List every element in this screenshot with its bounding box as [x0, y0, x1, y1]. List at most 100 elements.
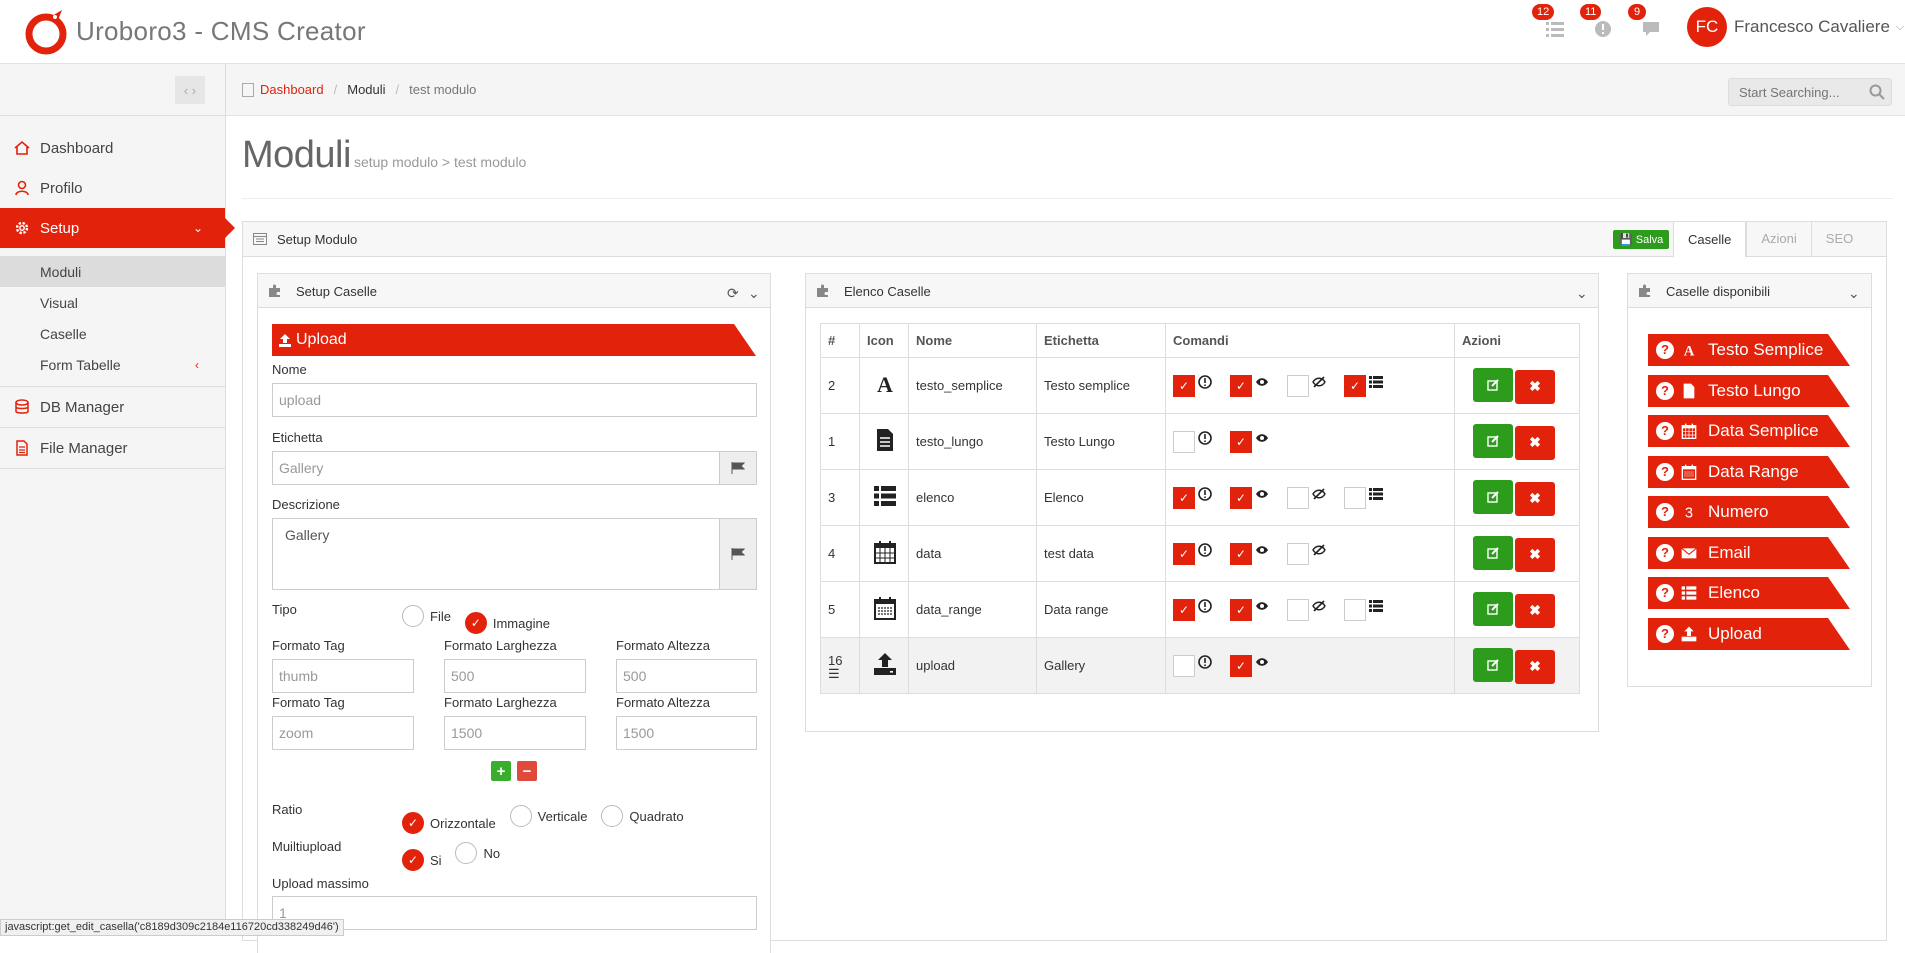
table-row[interactable]: 2 Atesto_semplice Testo semplice ✓ ✓ ✓ ✖	[820, 357, 1580, 414]
edit-button[interactable]	[1473, 647, 1513, 682]
nome-input[interactable]	[272, 383, 757, 417]
tipo-immagine-radio[interactable]: ✓ Immagine	[464, 612, 550, 634]
breadcrumb-dashboard[interactable]: Dashboard	[260, 82, 324, 97]
sidebar-toggle-button[interactable]: ‹ ›	[175, 76, 205, 104]
command-checkbox[interactable]	[1173, 430, 1195, 453]
breadcrumb-moduli[interactable]: Moduli	[347, 82, 385, 97]
formato-altezza-input[interactable]	[616, 659, 757, 693]
ratio-orizzontale-radio[interactable]: ✓ Orizzontale	[402, 812, 496, 834]
table-row[interactable]: 5 data_range Data range ✓ ✓ ✖	[820, 581, 1580, 638]
command-checkbox[interactable]: ✓	[1230, 654, 1252, 677]
available-field-testo-lungo[interactable]: ? Testo Lungo	[1648, 374, 1850, 407]
comments-notification[interactable]: 9	[1628, 4, 1664, 42]
sidebar-subitem-caselle[interactable]: Caselle	[0, 318, 225, 349]
edit-button[interactable]	[1473, 423, 1513, 458]
formato-larghezza-input[interactable]	[444, 716, 586, 750]
table-row[interactable]: 4 data test data ✓ ✓ ✖	[820, 525, 1580, 582]
edit-button[interactable]	[1473, 367, 1513, 402]
command-checkbox[interactable]: ✓	[1344, 374, 1366, 397]
sidebar-item-dashboard[interactable]: Dashboard	[0, 128, 225, 168]
descrizione-textarea[interactable]: Gallery	[272, 518, 720, 590]
help-icon[interactable]: ?	[1656, 503, 1674, 521]
tab-caselle[interactable]: Caselle	[1673, 221, 1747, 258]
help-icon[interactable]: ?	[1656, 422, 1674, 440]
chevron-down-icon[interactable]: ⌄	[1848, 285, 1860, 302]
command-checkbox[interactable]	[1287, 374, 1309, 397]
help-icon[interactable]: ?	[1656, 341, 1674, 359]
command-checkbox[interactable]: ✓	[1230, 542, 1252, 565]
sidebar-item-db-manager[interactable]: DB Manager	[0, 387, 225, 427]
formato-altezza-input[interactable]	[616, 716, 757, 750]
available-field-data-range[interactable]: ? Data Range	[1648, 455, 1850, 488]
sidebar-subitem-form-tabelle[interactable]: Form Tabelle ‹	[0, 349, 225, 380]
help-icon[interactable]: ?	[1656, 624, 1674, 643]
sidebar-subitem-moduli[interactable]: Moduli	[0, 256, 225, 287]
command-checkbox[interactable]: ✓	[1173, 486, 1195, 509]
etichetta-input[interactable]	[272, 451, 720, 485]
command-checkbox[interactable]: ✓	[1230, 486, 1252, 509]
search-input[interactable]	[1729, 79, 1859, 105]
drag-handle-icon[interactable]: ☰	[828, 667, 859, 680]
help-icon[interactable]: ?	[1656, 584, 1674, 602]
command-checkbox[interactable]: ✓	[1173, 598, 1195, 621]
user-menu[interactable]: FC Francesco Cavaliere ⌵	[1687, 7, 1904, 47]
command-checkbox[interactable]: ✓	[1173, 374, 1195, 397]
table-row[interactable]: 3 elenco Elenco ✓ ✓ ✖	[820, 469, 1580, 526]
chevron-down-icon[interactable]: ⌄	[748, 285, 760, 302]
multiupload-no-radio[interactable]: No	[455, 842, 500, 864]
sidebar-item-profilo[interactable]: Profilo	[0, 168, 225, 208]
available-field-upload[interactable]: ? Upload	[1648, 617, 1850, 650]
tasks-notification[interactable]: 12	[1532, 4, 1568, 42]
command-checkbox[interactable]	[1287, 486, 1309, 509]
table-row[interactable]: 16 ☰ upload Gallery ✓ ✖	[820, 637, 1580, 694]
tab-seo[interactable]: SEO	[1810, 221, 1867, 257]
formato-larghezza-input[interactable]	[444, 659, 586, 693]
brand[interactable]: Uroboro3 - CMS Creator	[22, 6, 366, 56]
command-checkbox[interactable]: ✓	[1230, 430, 1252, 453]
formato-tag-input[interactable]	[272, 716, 414, 750]
help-icon[interactable]: ?	[1656, 543, 1674, 562]
command-checkbox[interactable]	[1287, 542, 1309, 565]
command-checkbox[interactable]	[1173, 654, 1195, 677]
available-field-email[interactable]: ? Email	[1648, 536, 1850, 569]
tab-azioni[interactable]: Azioni	[1746, 221, 1810, 257]
sidebar-item-setup[interactable]: Setup ⌄	[0, 208, 235, 248]
edit-button[interactable]	[1473, 535, 1513, 570]
sidebar-item-file-manager[interactable]: File Manager	[0, 428, 225, 468]
edit-button[interactable]	[1473, 591, 1513, 626]
help-icon[interactable]: ?	[1656, 381, 1674, 400]
command-checkbox[interactable]	[1344, 486, 1366, 509]
command-checkbox[interactable]: ✓	[1230, 374, 1252, 397]
table-row[interactable]: 1 testo_lungo Testo Lungo ✓ ✖	[820, 413, 1580, 470]
multiupload-si-radio[interactable]: ✓ Si	[402, 849, 442, 871]
search-icon[interactable]	[1869, 84, 1885, 100]
chevron-down-icon[interactable]: ⌄	[1576, 285, 1588, 302]
delete-button[interactable]: ✖	[1515, 425, 1555, 460]
available-field-testo-semplice[interactable]: ? A Testo Semplice	[1648, 334, 1850, 366]
sidebar-subitem-visual[interactable]: Visual	[0, 287, 225, 318]
formato-tag-input[interactable]	[272, 659, 414, 693]
tipo-file-radio[interactable]: File	[402, 605, 451, 627]
ratio-verticale-radio[interactable]: Verticale	[509, 805, 588, 827]
available-field-data-semplice[interactable]: ? Data Semplice	[1648, 415, 1850, 447]
command-checkbox[interactable]	[1344, 598, 1366, 621]
delete-button[interactable]: ✖	[1515, 369, 1555, 404]
delete-button[interactable]: ✖	[1515, 481, 1555, 516]
refresh-icon[interactable]: ⟳	[727, 285, 739, 302]
delete-button[interactable]: ✖	[1515, 593, 1555, 628]
delete-button[interactable]: ✖	[1515, 649, 1555, 684]
ratio-quadrato-radio[interactable]: Quadrato	[601, 805, 684, 827]
upload-massimo-input[interactable]	[272, 896, 757, 930]
available-field-numero[interactable]: ? 3 Numero	[1648, 496, 1850, 528]
flag-button[interactable]	[719, 518, 757, 590]
add-format-button[interactable]: +	[491, 761, 511, 781]
command-checkbox[interactable]: ✓	[1173, 542, 1195, 565]
save-button[interactable]: 💾 Salva	[1613, 230, 1670, 249]
delete-button[interactable]: ✖	[1515, 537, 1555, 572]
edit-button[interactable]	[1473, 479, 1513, 514]
available-field-elenco[interactable]: ? Elenco	[1648, 577, 1850, 609]
remove-format-button[interactable]: −	[517, 761, 537, 781]
command-checkbox[interactable]: ✓	[1230, 598, 1252, 621]
command-checkbox[interactable]	[1287, 598, 1309, 621]
help-icon[interactable]: ?	[1656, 462, 1674, 481]
